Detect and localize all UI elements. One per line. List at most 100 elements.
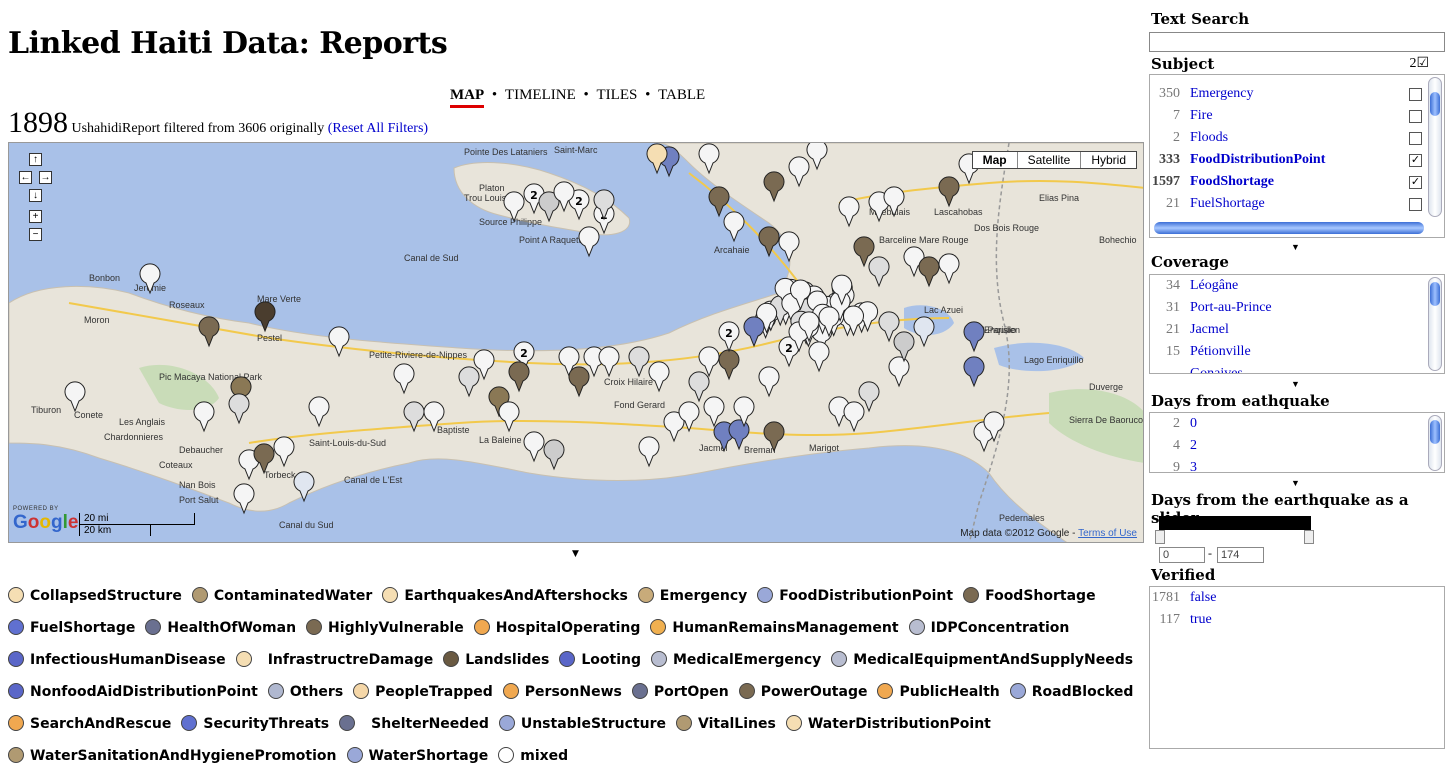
- verified-row[interactable]: 1781 false: [1150, 587, 1444, 609]
- tab-map[interactable]: MAP: [450, 87, 485, 108]
- collapse-arrow-icon[interactable]: ▼: [572, 549, 579, 559]
- map-marker[interactable]: [646, 143, 668, 175]
- zoom-out-button[interactable]: −: [29, 228, 42, 241]
- tab-tiles[interactable]: TILES: [597, 87, 638, 104]
- slider-max-input[interactable]: 174: [1217, 547, 1264, 563]
- pan-down-icon[interactable]: ↓: [29, 189, 42, 202]
- coverage-label[interactable]: Gonaives: [1190, 366, 1243, 373]
- legend-item: ShelterNeeded: [371, 708, 489, 740]
- days-label[interactable]: 0: [1190, 416, 1197, 431]
- checkbox-checked-icon[interactable]: ✓: [1409, 176, 1422, 189]
- coverage-row[interactable]: Gonaives: [1150, 363, 1444, 373]
- legend-label: VitalLines: [697, 716, 776, 732]
- map-type-map-button[interactable]: Map: [973, 152, 1017, 168]
- days-row[interactable]: 20: [1150, 413, 1444, 435]
- days-label[interactable]: 2: [1190, 438, 1197, 453]
- map-type-hybrid-button[interactable]: Hybrid: [1080, 152, 1136, 168]
- legend-item: CollapsedStructure: [8, 580, 182, 612]
- google-logo[interactable]: POWERED BY Google: [13, 506, 78, 534]
- map-place-label: Canal de L'Est: [344, 475, 403, 485]
- map-type-control: Map Satellite Hybrid: [971, 151, 1137, 169]
- legend-label: HumanRemainsManagement: [672, 620, 899, 636]
- subject-label[interactable]: FuelShortage: [1190, 196, 1265, 211]
- legend-item: MedicalEmergency: [651, 644, 821, 676]
- days-row[interactable]: 42: [1150, 435, 1444, 457]
- subject-label[interactable]: Fire: [1190, 108, 1213, 123]
- map-marker[interactable]: [708, 186, 730, 218]
- tab-table[interactable]: TABLE: [658, 87, 705, 104]
- verified-label[interactable]: false: [1190, 590, 1216, 605]
- days-label[interactable]: 3: [1190, 460, 1197, 472]
- expand-arrow-icon[interactable]: ▼: [1291, 379, 1300, 389]
- pan-up-icon[interactable]: ↑: [29, 153, 42, 166]
- slider-dash: -: [1208, 546, 1212, 560]
- legend-item: PowerOutage: [738, 676, 867, 708]
- zoom-in-button[interactable]: +: [29, 210, 42, 223]
- expand-arrow-icon[interactable]: ▼: [1291, 478, 1300, 488]
- legend-item: FoodShortage: [963, 580, 1096, 612]
- coverage-label[interactable]: Léogâne: [1190, 278, 1238, 293]
- subject-label[interactable]: Emergency: [1190, 86, 1254, 101]
- map-canvas[interactable]: Pointe Des Lataniers Saint-Marc PlatonTrou…: [9, 143, 1144, 543]
- legend-label: Emergency: [659, 588, 748, 604]
- legend-swatch-icon: [8, 747, 24, 763]
- legend-swatch-icon: [785, 715, 802, 731]
- subject-scrollbar[interactable]: [1428, 77, 1442, 217]
- coverage-label[interactable]: Port-au-Prince: [1190, 300, 1272, 315]
- map-type-satellite-button[interactable]: Satellite: [1016, 152, 1081, 168]
- slider-min-input[interactable]: 0: [1159, 547, 1205, 563]
- coverage-label[interactable]: Pétionville: [1190, 344, 1251, 359]
- coverage-label[interactable]: Jacmel: [1190, 322, 1229, 337]
- legend-label: FuelShortage: [30, 620, 136, 636]
- coverage-row[interactable]: 31 Port-au-Prince: [1150, 297, 1444, 319]
- map-marker[interactable]: [723, 211, 745, 243]
- coverage-scrollbar[interactable]: [1428, 277, 1442, 371]
- subject-row[interactable]: 333 FoodDistributionPoint ✓: [1150, 149, 1444, 171]
- subject-label[interactable]: Floods: [1190, 130, 1228, 145]
- legend-swatch-icon: [502, 683, 519, 699]
- slider-min-handle[interactable]: [1155, 530, 1165, 544]
- terms-of-use-link[interactable]: Terms of Use: [1078, 528, 1137, 539]
- subject-hscrollbar[interactable]: [1154, 222, 1424, 234]
- map-marker[interactable]: [758, 226, 780, 258]
- subject-row[interactable]: 21 FuelShortage: [1150, 193, 1444, 215]
- subject-label[interactable]: FoodDistributionPoint: [1190, 152, 1325, 167]
- verified-row[interactable]: 117 true: [1150, 609, 1444, 631]
- days-scrollbar[interactable]: [1428, 415, 1442, 471]
- checkbox-checked-icon[interactable]: ☑: [1416, 55, 1429, 71]
- map-marker[interactable]: [578, 226, 600, 258]
- verified-label[interactable]: true: [1190, 612, 1212, 627]
- subject-label[interactable]: FoodShortage: [1190, 174, 1274, 189]
- subject-row[interactable]: 350 Emergency: [1150, 83, 1444, 105]
- checkbox-icon[interactable]: [1409, 88, 1422, 101]
- legend-item: mixed: [498, 740, 568, 772]
- coverage-row[interactable]: 21 Jacmel: [1150, 319, 1444, 341]
- checkbox-icon[interactable]: [1409, 132, 1422, 145]
- expand-arrow-icon[interactable]: ▼: [1291, 242, 1300, 252]
- coverage-row[interactable]: 15 Pétionville: [1150, 341, 1444, 363]
- checkbox-icon[interactable]: [1409, 198, 1422, 211]
- legend-item: InfectiousHumanDisease: [8, 644, 226, 676]
- map-view[interactable]: Pointe Des Lataniers Saint-Marc Platon Trou…: [8, 142, 1144, 543]
- slider-max-handle[interactable]: [1304, 530, 1314, 544]
- legend-label: SecurityThreats: [203, 716, 330, 732]
- subject-row[interactable]: 7 Fire: [1150, 105, 1444, 127]
- svg-text:2: 2: [530, 189, 538, 202]
- checkbox-icon[interactable]: [1409, 110, 1422, 123]
- subject-row[interactable]: 1597 FoodShortage ✓: [1150, 171, 1444, 193]
- reset-filters-link[interactable]: Reset All Filters: [332, 121, 423, 136]
- text-search-input[interactable]: [1149, 32, 1445, 52]
- checkbox-checked-icon[interactable]: ✓: [1409, 154, 1422, 167]
- legend-item: FuelShortage: [8, 612, 135, 644]
- days-row[interactable]: 93: [1150, 457, 1444, 472]
- legend-label: SearchAndRescue: [30, 716, 172, 732]
- tab-timeline[interactable]: TIMELINE: [505, 87, 576, 104]
- legend-item: Others: [267, 676, 343, 708]
- pan-left-icon[interactable]: ←: [19, 171, 32, 184]
- days-range-slider[interactable]: [1159, 516, 1311, 530]
- coverage-row[interactable]: 34 Léogâne: [1150, 275, 1444, 297]
- pan-right-icon[interactable]: →: [39, 171, 52, 184]
- subject-row[interactable]: 2 Floods: [1150, 127, 1444, 149]
- legend-label: EarthquakesAndAftershocks: [404, 588, 628, 604]
- map-place-label: Fond Gerard: [614, 400, 665, 410]
